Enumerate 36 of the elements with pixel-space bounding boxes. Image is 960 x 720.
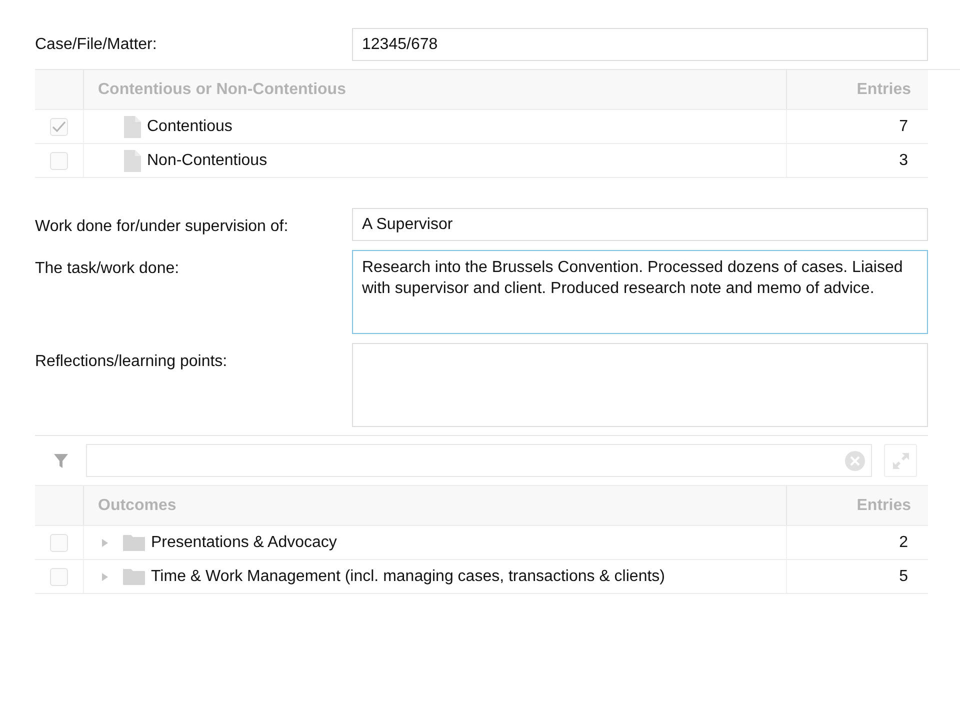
checkbox[interactable] xyxy=(50,152,68,170)
text-area[interactable] xyxy=(352,343,928,427)
field-label: Reflections/learning points: xyxy=(35,352,228,372)
checkbox[interactable] xyxy=(50,534,68,552)
column-header: Contentious or Non-Contentious xyxy=(98,80,346,100)
row-label: Presentations & Advocacy xyxy=(151,532,337,552)
row-label: Time & Work Management (incl. managing cases, transactions & clients) xyxy=(151,566,665,586)
column-header: Outcomes xyxy=(98,496,176,516)
checkbox[interactable] xyxy=(50,118,68,136)
checkbox[interactable] xyxy=(50,568,68,586)
entries-count: 7 xyxy=(899,116,908,136)
input-field[interactable]: 12345/678 xyxy=(352,28,928,61)
field-label: Case/File/Matter: xyxy=(35,34,157,54)
input-field[interactable]: A Supervisor xyxy=(352,208,928,241)
folder-icon xyxy=(123,534,145,551)
expand-button[interactable] xyxy=(884,444,917,477)
column-header: Entries xyxy=(856,496,911,516)
check-icon xyxy=(52,120,66,132)
column-header: Entries xyxy=(856,80,911,100)
expand-arrow-icon[interactable] xyxy=(101,538,109,548)
entries-count: 3 xyxy=(899,150,908,170)
filter-field[interactable] xyxy=(86,444,872,477)
expand-arrow-icon[interactable] xyxy=(101,572,109,582)
row-label: Non-Contentious xyxy=(147,150,268,170)
expand-icon xyxy=(890,450,910,470)
filter-icon[interactable] xyxy=(54,454,68,468)
clear-icon[interactable] xyxy=(845,450,865,470)
document-icon xyxy=(124,150,141,172)
text-area[interactable]: Research into the Brussels Convention. Processed dozens of cases. Liaised with supervisor and client. Produced research note and memo of advice. xyxy=(352,250,928,334)
entries-count: 2 xyxy=(899,532,908,552)
field-label: The task/work done: xyxy=(35,259,180,279)
folder-icon xyxy=(123,568,145,585)
document-icon xyxy=(124,116,141,138)
field-label: Work done for/under supervision of: xyxy=(35,217,288,237)
row-label: Contentious xyxy=(147,116,232,136)
entries-count: 5 xyxy=(899,566,908,586)
